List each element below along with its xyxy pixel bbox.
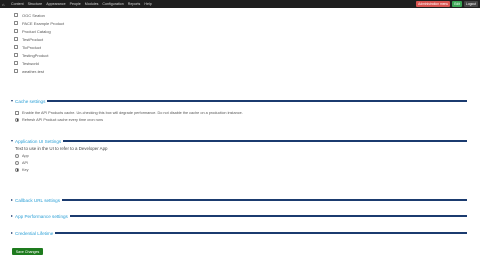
toolbar-menu: ⌂ Content Structure Appearance People Mo… [2,0,152,8]
product-label: Testworld [22,60,39,66]
chevron-down-icon [11,100,13,102]
checkbox[interactable] [14,29,18,33]
divider [55,232,467,234]
toolbar-right: Administration menu Edit Logout [416,0,478,8]
product-checkbox-list: OGC Seaton PACE Example Product Product … [14,11,64,75]
toolbar-item-people[interactable]: People [70,2,81,6]
edit-button[interactable]: Edit [452,1,462,7]
list-item[interactable]: weather-test [14,67,64,75]
checkbox[interactable] [14,21,18,25]
product-label: TestingProduct [22,52,49,58]
radio-button[interactable] [15,117,19,122]
callback-url-section: Callback URL settings [11,197,467,203]
product-label: TicProduct [22,44,41,50]
checkbox[interactable] [14,45,18,49]
radio-option-app[interactable]: App [11,152,467,159]
list-item[interactable]: TestProduct [14,35,64,43]
toolbar-item-modules[interactable]: Modules [85,2,99,6]
product-label: TestProduct [22,36,44,42]
toolbar-item-configuration[interactable]: Configuration [102,2,123,6]
radio-button[interactable] [15,160,19,165]
product-label: PACE Example Product [22,20,65,26]
list-item[interactable]: OGC Seaton [14,11,64,19]
divider [69,215,467,217]
list-item[interactable]: Product Catalog [14,27,64,35]
app-performance-section: App Performance settings [11,213,467,219]
product-label: weather-test [22,68,45,74]
admin-toolbar: ⌂ Content Structure Appearance People Mo… [0,0,480,8]
section-title: Cache settings [15,98,46,104]
section-title: Application UI Settings [15,138,62,144]
toolbar-item-reports[interactable]: Reports [128,2,141,6]
divider [62,199,467,201]
option-label: Refresh API Product cache every time cro… [22,117,104,122]
checkbox[interactable] [14,13,18,17]
checkbox[interactable] [14,37,18,41]
product-label: OGC Seaton [22,12,45,18]
radio-option-key[interactable]: Key [11,166,467,173]
divider [47,100,467,102]
checkbox[interactable] [15,110,19,115]
list-item[interactable]: TestingProduct [14,51,64,59]
section-title: App Performance settings [15,213,68,219]
list-item[interactable]: TicProduct [14,43,64,51]
list-item[interactable]: Testworld [14,59,64,67]
toolbar-item-appearance[interactable]: Appearance [46,2,65,6]
cache-settings-section: Cache settings Enable the API Products c… [11,98,467,123]
chevron-right-icon [11,215,13,217]
app-ui-description: Text to use in the UI to refer to a Deve… [15,145,108,151]
app-performance-header[interactable]: App Performance settings [11,213,467,219]
option-label: Enable the API Products cache. Un-checki… [22,110,243,115]
toolbar-item-structure[interactable]: Structure [28,2,43,6]
chevron-down-icon [11,140,13,142]
admin-menu-button[interactable]: Administration menu [416,1,451,7]
chevron-right-icon [11,232,13,234]
divider [63,140,467,142]
save-changes-button[interactable]: Save Changes [12,248,43,255]
radio-button[interactable] [15,167,19,172]
product-label: Product Catalog [22,28,51,34]
checkbox[interactable] [14,53,18,57]
chevron-right-icon [11,199,13,201]
callback-url-header[interactable]: Callback URL settings [11,197,467,203]
checkbox[interactable] [14,61,18,65]
toolbar-item-content[interactable]: Content [11,2,24,6]
list-item[interactable]: PACE Example Product [14,19,64,27]
toolbar-item-help[interactable]: Help [144,2,151,6]
cache-refresh-option[interactable]: Refresh API Product cache every time cro… [11,116,467,123]
section-title: Callback URL settings [15,197,61,203]
home-icon[interactable]: ⌂ [2,2,7,7]
section-title: Credential Lifetime [15,230,54,236]
logout-button[interactable]: Logout [463,1,478,7]
option-label: App [22,153,29,158]
checkbox[interactable] [14,69,18,73]
option-label: API [22,160,29,165]
option-label: Key [22,167,29,172]
radio-option-api[interactable]: API [11,159,467,166]
cache-enable-option[interactable]: Enable the API Products cache. Un-checki… [11,109,467,116]
credential-lifetime-header[interactable]: Credential Lifetime [11,230,467,236]
app-ui-settings-section: Application UI Settings Text to use in t… [11,138,467,173]
radio-button[interactable] [15,153,19,158]
credential-lifetime-section: Credential Lifetime [11,230,467,236]
